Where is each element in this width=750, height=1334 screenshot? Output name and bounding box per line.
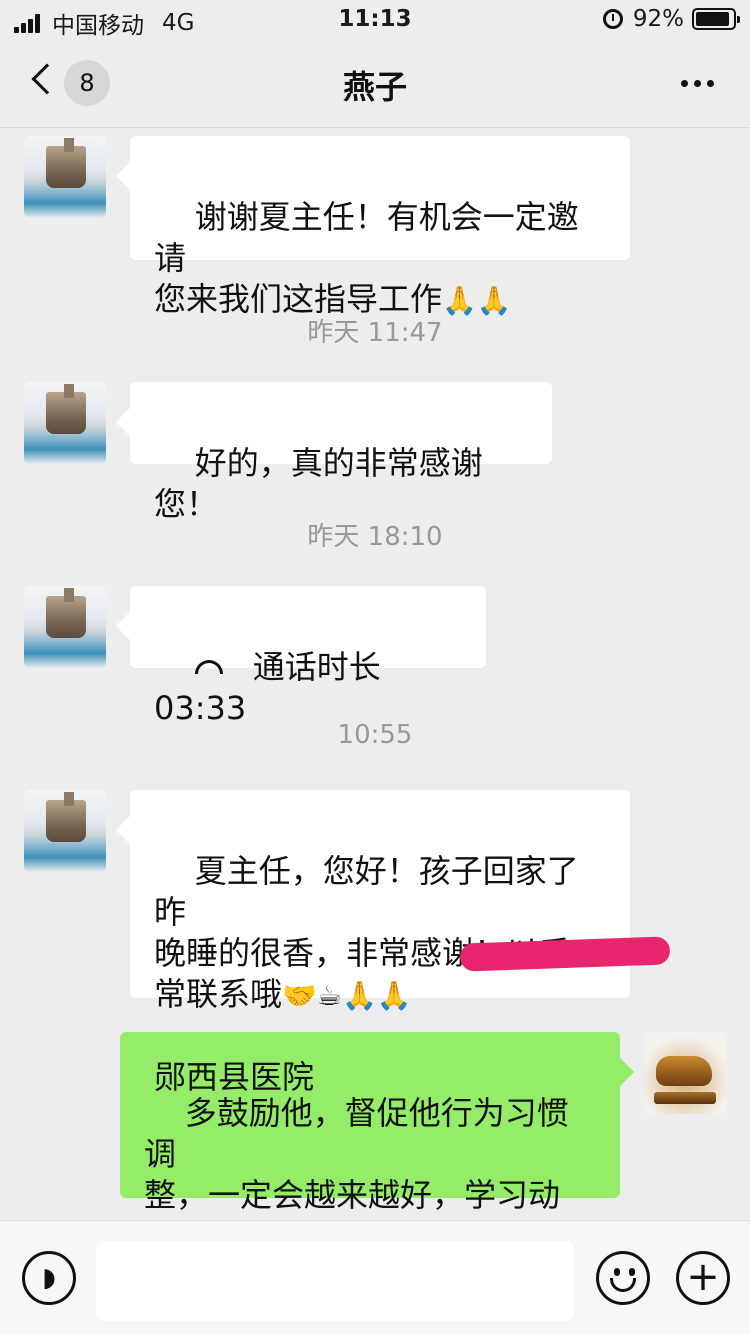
more-dots-icon[interactable] <box>675 80 714 87</box>
contact-avatar[interactable] <box>24 586 106 668</box>
battery-percent: 92% <box>632 6 684 32</box>
message-text: 多鼓励他，督促他行为习惯调 整，一定会越来越好，学习动 力也会不断增强的！ <box>144 1094 569 1220</box>
chat-header: 8 燕子 <box>0 40 750 128</box>
contact-avatar[interactable] <box>24 382 106 464</box>
message-list[interactable]: 谢谢夏主任！有机会一定邀请 您来我们这指导工作🙏🙏 昨天 11:47 好的，真的… <box>0 128 750 1220</box>
message-text: 好的，真的非常感谢您！ <box>154 444 483 523</box>
message-bubble-incoming[interactable]: 谢谢夏主任！有机会一定邀请 您来我们这指导工作🙏🙏 <box>130 136 630 318</box>
phone-hangup-icon <box>194 660 223 674</box>
input-bar: ◗ + <box>0 1220 750 1334</box>
status-bar: 中国移动 4G 11:13 92% <box>0 0 750 40</box>
message-emoji: 🙏🙏 <box>442 284 512 317</box>
plus-icon[interactable]: + <box>676 1251 730 1305</box>
status-right: 92% <box>602 6 740 32</box>
battery-icon <box>692 8 740 30</box>
message-text: 谢谢夏主任！有机会一定邀请 您来我们这指导工作 <box>154 198 579 318</box>
chat-title: 燕子 <box>342 68 407 106</box>
redaction-mark <box>459 936 671 972</box>
message-emoji: 🤝☕🙏🙏 <box>282 979 412 1012</box>
timestamp: 昨天 18:10 <box>307 522 443 552</box>
message-signature: 郧西县医院 <box>154 1058 315 1096</box>
call-duration-text: 通话时长 03:33 <box>154 648 391 727</box>
voice-icon[interactable]: ◗ <box>22 1251 76 1305</box>
my-avatar[interactable] <box>644 1032 726 1114</box>
message-input[interactable] <box>96 1241 574 1321</box>
contact-avatar[interactable] <box>24 790 106 872</box>
timestamp: 10:55 <box>337 720 413 750</box>
contact-avatar[interactable] <box>24 136 106 218</box>
message-bubble-incoming[interactable]: 夏主任，您好！孩子回家了昨 晚睡的很香，非常感谢！以后 常联系哦🤝☕🙏🙏 郧西县… <box>130 790 671 1096</box>
message-bubble-incoming[interactable]: 好的，真的非常感谢您！ <box>130 382 552 523</box>
battery-level <box>696 12 730 26</box>
emoji-icon[interactable] <box>596 1251 650 1305</box>
alarm-icon <box>602 9 623 29</box>
call-record-bubble[interactable]: 通话时长 03:33 <box>130 586 486 727</box>
